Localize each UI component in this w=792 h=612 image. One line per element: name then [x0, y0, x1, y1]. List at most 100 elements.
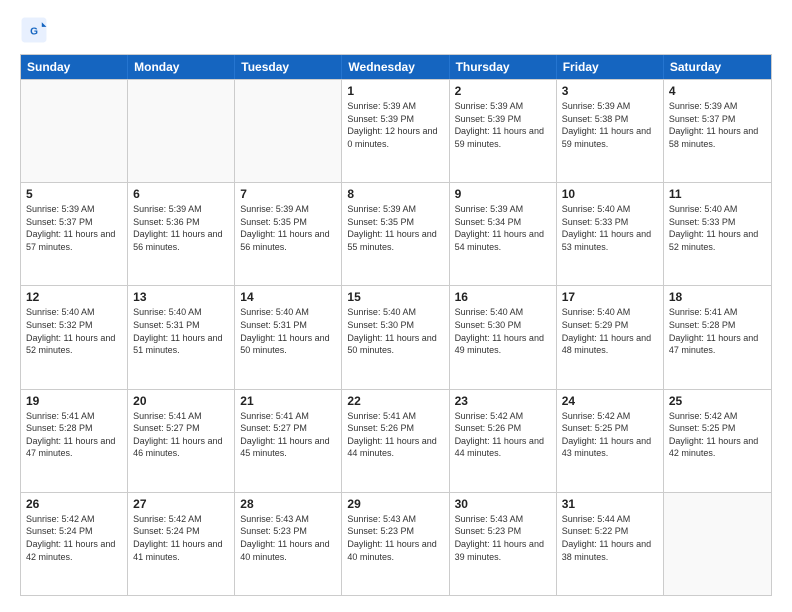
day-number: 16: [455, 290, 551, 304]
day-info: Sunrise: 5:42 AM Sunset: 5:25 PM Dayligh…: [562, 410, 658, 460]
day-cell-1: 1 Sunrise: 5:39 AM Sunset: 5:39 PM Dayli…: [342, 80, 449, 182]
day-number: 9: [455, 187, 551, 201]
day-info: Sunrise: 5:40 AM Sunset: 5:31 PM Dayligh…: [133, 306, 229, 356]
calendar-body: 1 Sunrise: 5:39 AM Sunset: 5:39 PM Dayli…: [21, 79, 771, 595]
day-cell-2: 2 Sunrise: 5:39 AM Sunset: 5:39 PM Dayli…: [450, 80, 557, 182]
day-cell-28: 28 Sunrise: 5:43 AM Sunset: 5:23 PM Dayl…: [235, 493, 342, 595]
day-cell-27: 27 Sunrise: 5:42 AM Sunset: 5:24 PM Dayl…: [128, 493, 235, 595]
calendar-row-5: 26 Sunrise: 5:42 AM Sunset: 5:24 PM Dayl…: [21, 492, 771, 595]
day-cell-19: 19 Sunrise: 5:41 AM Sunset: 5:28 PM Dayl…: [21, 390, 128, 492]
day-number: 4: [669, 84, 766, 98]
day-info: Sunrise: 5:39 AM Sunset: 5:35 PM Dayligh…: [240, 203, 336, 253]
day-info: Sunrise: 5:43 AM Sunset: 5:23 PM Dayligh…: [347, 513, 443, 563]
day-info: Sunrise: 5:41 AM Sunset: 5:27 PM Dayligh…: [240, 410, 336, 460]
header-day-sunday: Sunday: [21, 55, 128, 79]
day-number: 14: [240, 290, 336, 304]
day-info: Sunrise: 5:42 AM Sunset: 5:25 PM Dayligh…: [669, 410, 766, 460]
day-info: Sunrise: 5:42 AM Sunset: 5:24 PM Dayligh…: [26, 513, 122, 563]
day-info: Sunrise: 5:40 AM Sunset: 5:33 PM Dayligh…: [562, 203, 658, 253]
day-cell-26: 26 Sunrise: 5:42 AM Sunset: 5:24 PM Dayl…: [21, 493, 128, 595]
day-number: 8: [347, 187, 443, 201]
day-number: 26: [26, 497, 122, 511]
day-cell-12: 12 Sunrise: 5:40 AM Sunset: 5:32 PM Dayl…: [21, 286, 128, 388]
day-info: Sunrise: 5:41 AM Sunset: 5:28 PM Dayligh…: [26, 410, 122, 460]
day-number: 21: [240, 394, 336, 408]
day-number: 28: [240, 497, 336, 511]
day-number: 15: [347, 290, 443, 304]
day-number: 1: [347, 84, 443, 98]
calendar-row-2: 5 Sunrise: 5:39 AM Sunset: 5:37 PM Dayli…: [21, 182, 771, 285]
day-cell-21: 21 Sunrise: 5:41 AM Sunset: 5:27 PM Dayl…: [235, 390, 342, 492]
day-number: 23: [455, 394, 551, 408]
header-day-friday: Friday: [557, 55, 664, 79]
header-day-wednesday: Wednesday: [342, 55, 449, 79]
header-day-saturday: Saturday: [664, 55, 771, 79]
day-number: 3: [562, 84, 658, 98]
day-cell-5: 5 Sunrise: 5:39 AM Sunset: 5:37 PM Dayli…: [21, 183, 128, 285]
day-number: 25: [669, 394, 766, 408]
day-info: Sunrise: 5:40 AM Sunset: 5:33 PM Dayligh…: [669, 203, 766, 253]
header: G: [20, 16, 772, 44]
day-info: Sunrise: 5:39 AM Sunset: 5:35 PM Dayligh…: [347, 203, 443, 253]
day-number: 31: [562, 497, 658, 511]
day-info: Sunrise: 5:43 AM Sunset: 5:23 PM Dayligh…: [240, 513, 336, 563]
day-number: 19: [26, 394, 122, 408]
day-number: 30: [455, 497, 551, 511]
empty-cell: [128, 80, 235, 182]
day-number: 7: [240, 187, 336, 201]
calendar-row-3: 12 Sunrise: 5:40 AM Sunset: 5:32 PM Dayl…: [21, 285, 771, 388]
day-info: Sunrise: 5:40 AM Sunset: 5:29 PM Dayligh…: [562, 306, 658, 356]
day-number: 5: [26, 187, 122, 201]
day-info: Sunrise: 5:39 AM Sunset: 5:39 PM Dayligh…: [455, 100, 551, 150]
logo-icon: G: [20, 16, 48, 44]
day-info: Sunrise: 5:40 AM Sunset: 5:31 PM Dayligh…: [240, 306, 336, 356]
day-number: 22: [347, 394, 443, 408]
day-info: Sunrise: 5:41 AM Sunset: 5:27 PM Dayligh…: [133, 410, 229, 460]
header-day-monday: Monday: [128, 55, 235, 79]
day-number: 24: [562, 394, 658, 408]
day-cell-13: 13 Sunrise: 5:40 AM Sunset: 5:31 PM Dayl…: [128, 286, 235, 388]
logo: G: [20, 16, 52, 44]
day-number: 27: [133, 497, 229, 511]
day-cell-23: 23 Sunrise: 5:42 AM Sunset: 5:26 PM Dayl…: [450, 390, 557, 492]
day-cell-30: 30 Sunrise: 5:43 AM Sunset: 5:23 PM Dayl…: [450, 493, 557, 595]
day-cell-6: 6 Sunrise: 5:39 AM Sunset: 5:36 PM Dayli…: [128, 183, 235, 285]
day-cell-3: 3 Sunrise: 5:39 AM Sunset: 5:38 PM Dayli…: [557, 80, 664, 182]
day-info: Sunrise: 5:41 AM Sunset: 5:28 PM Dayligh…: [669, 306, 766, 356]
day-info: Sunrise: 5:39 AM Sunset: 5:37 PM Dayligh…: [26, 203, 122, 253]
day-number: 20: [133, 394, 229, 408]
day-cell-31: 31 Sunrise: 5:44 AM Sunset: 5:22 PM Dayl…: [557, 493, 664, 595]
empty-cell: [21, 80, 128, 182]
day-number: 2: [455, 84, 551, 98]
calendar-header: SundayMondayTuesdayWednesdayThursdayFrid…: [21, 55, 771, 79]
day-cell-24: 24 Sunrise: 5:42 AM Sunset: 5:25 PM Dayl…: [557, 390, 664, 492]
header-day-tuesday: Tuesday: [235, 55, 342, 79]
day-number: 13: [133, 290, 229, 304]
day-info: Sunrise: 5:39 AM Sunset: 5:34 PM Dayligh…: [455, 203, 551, 253]
day-info: Sunrise: 5:41 AM Sunset: 5:26 PM Dayligh…: [347, 410, 443, 460]
day-info: Sunrise: 5:40 AM Sunset: 5:30 PM Dayligh…: [347, 306, 443, 356]
day-number: 12: [26, 290, 122, 304]
day-info: Sunrise: 5:39 AM Sunset: 5:39 PM Dayligh…: [347, 100, 443, 150]
day-info: Sunrise: 5:39 AM Sunset: 5:38 PM Dayligh…: [562, 100, 658, 150]
day-number: 18: [669, 290, 766, 304]
day-cell-22: 22 Sunrise: 5:41 AM Sunset: 5:26 PM Dayl…: [342, 390, 449, 492]
day-cell-9: 9 Sunrise: 5:39 AM Sunset: 5:34 PM Dayli…: [450, 183, 557, 285]
day-cell-16: 16 Sunrise: 5:40 AM Sunset: 5:30 PM Dayl…: [450, 286, 557, 388]
calendar-row-4: 19 Sunrise: 5:41 AM Sunset: 5:28 PM Dayl…: [21, 389, 771, 492]
svg-text:G: G: [30, 27, 38, 38]
day-info: Sunrise: 5:39 AM Sunset: 5:36 PM Dayligh…: [133, 203, 229, 253]
day-cell-15: 15 Sunrise: 5:40 AM Sunset: 5:30 PM Dayl…: [342, 286, 449, 388]
header-day-thursday: Thursday: [450, 55, 557, 79]
day-cell-17: 17 Sunrise: 5:40 AM Sunset: 5:29 PM Dayl…: [557, 286, 664, 388]
day-cell-14: 14 Sunrise: 5:40 AM Sunset: 5:31 PM Dayl…: [235, 286, 342, 388]
empty-cell: [235, 80, 342, 182]
day-info: Sunrise: 5:40 AM Sunset: 5:30 PM Dayligh…: [455, 306, 551, 356]
day-cell-20: 20 Sunrise: 5:41 AM Sunset: 5:27 PM Dayl…: [128, 390, 235, 492]
day-cell-18: 18 Sunrise: 5:41 AM Sunset: 5:28 PM Dayl…: [664, 286, 771, 388]
day-info: Sunrise: 5:43 AM Sunset: 5:23 PM Dayligh…: [455, 513, 551, 563]
day-cell-25: 25 Sunrise: 5:42 AM Sunset: 5:25 PM Dayl…: [664, 390, 771, 492]
day-number: 17: [562, 290, 658, 304]
empty-cell: [664, 493, 771, 595]
day-cell-10: 10 Sunrise: 5:40 AM Sunset: 5:33 PM Dayl…: [557, 183, 664, 285]
